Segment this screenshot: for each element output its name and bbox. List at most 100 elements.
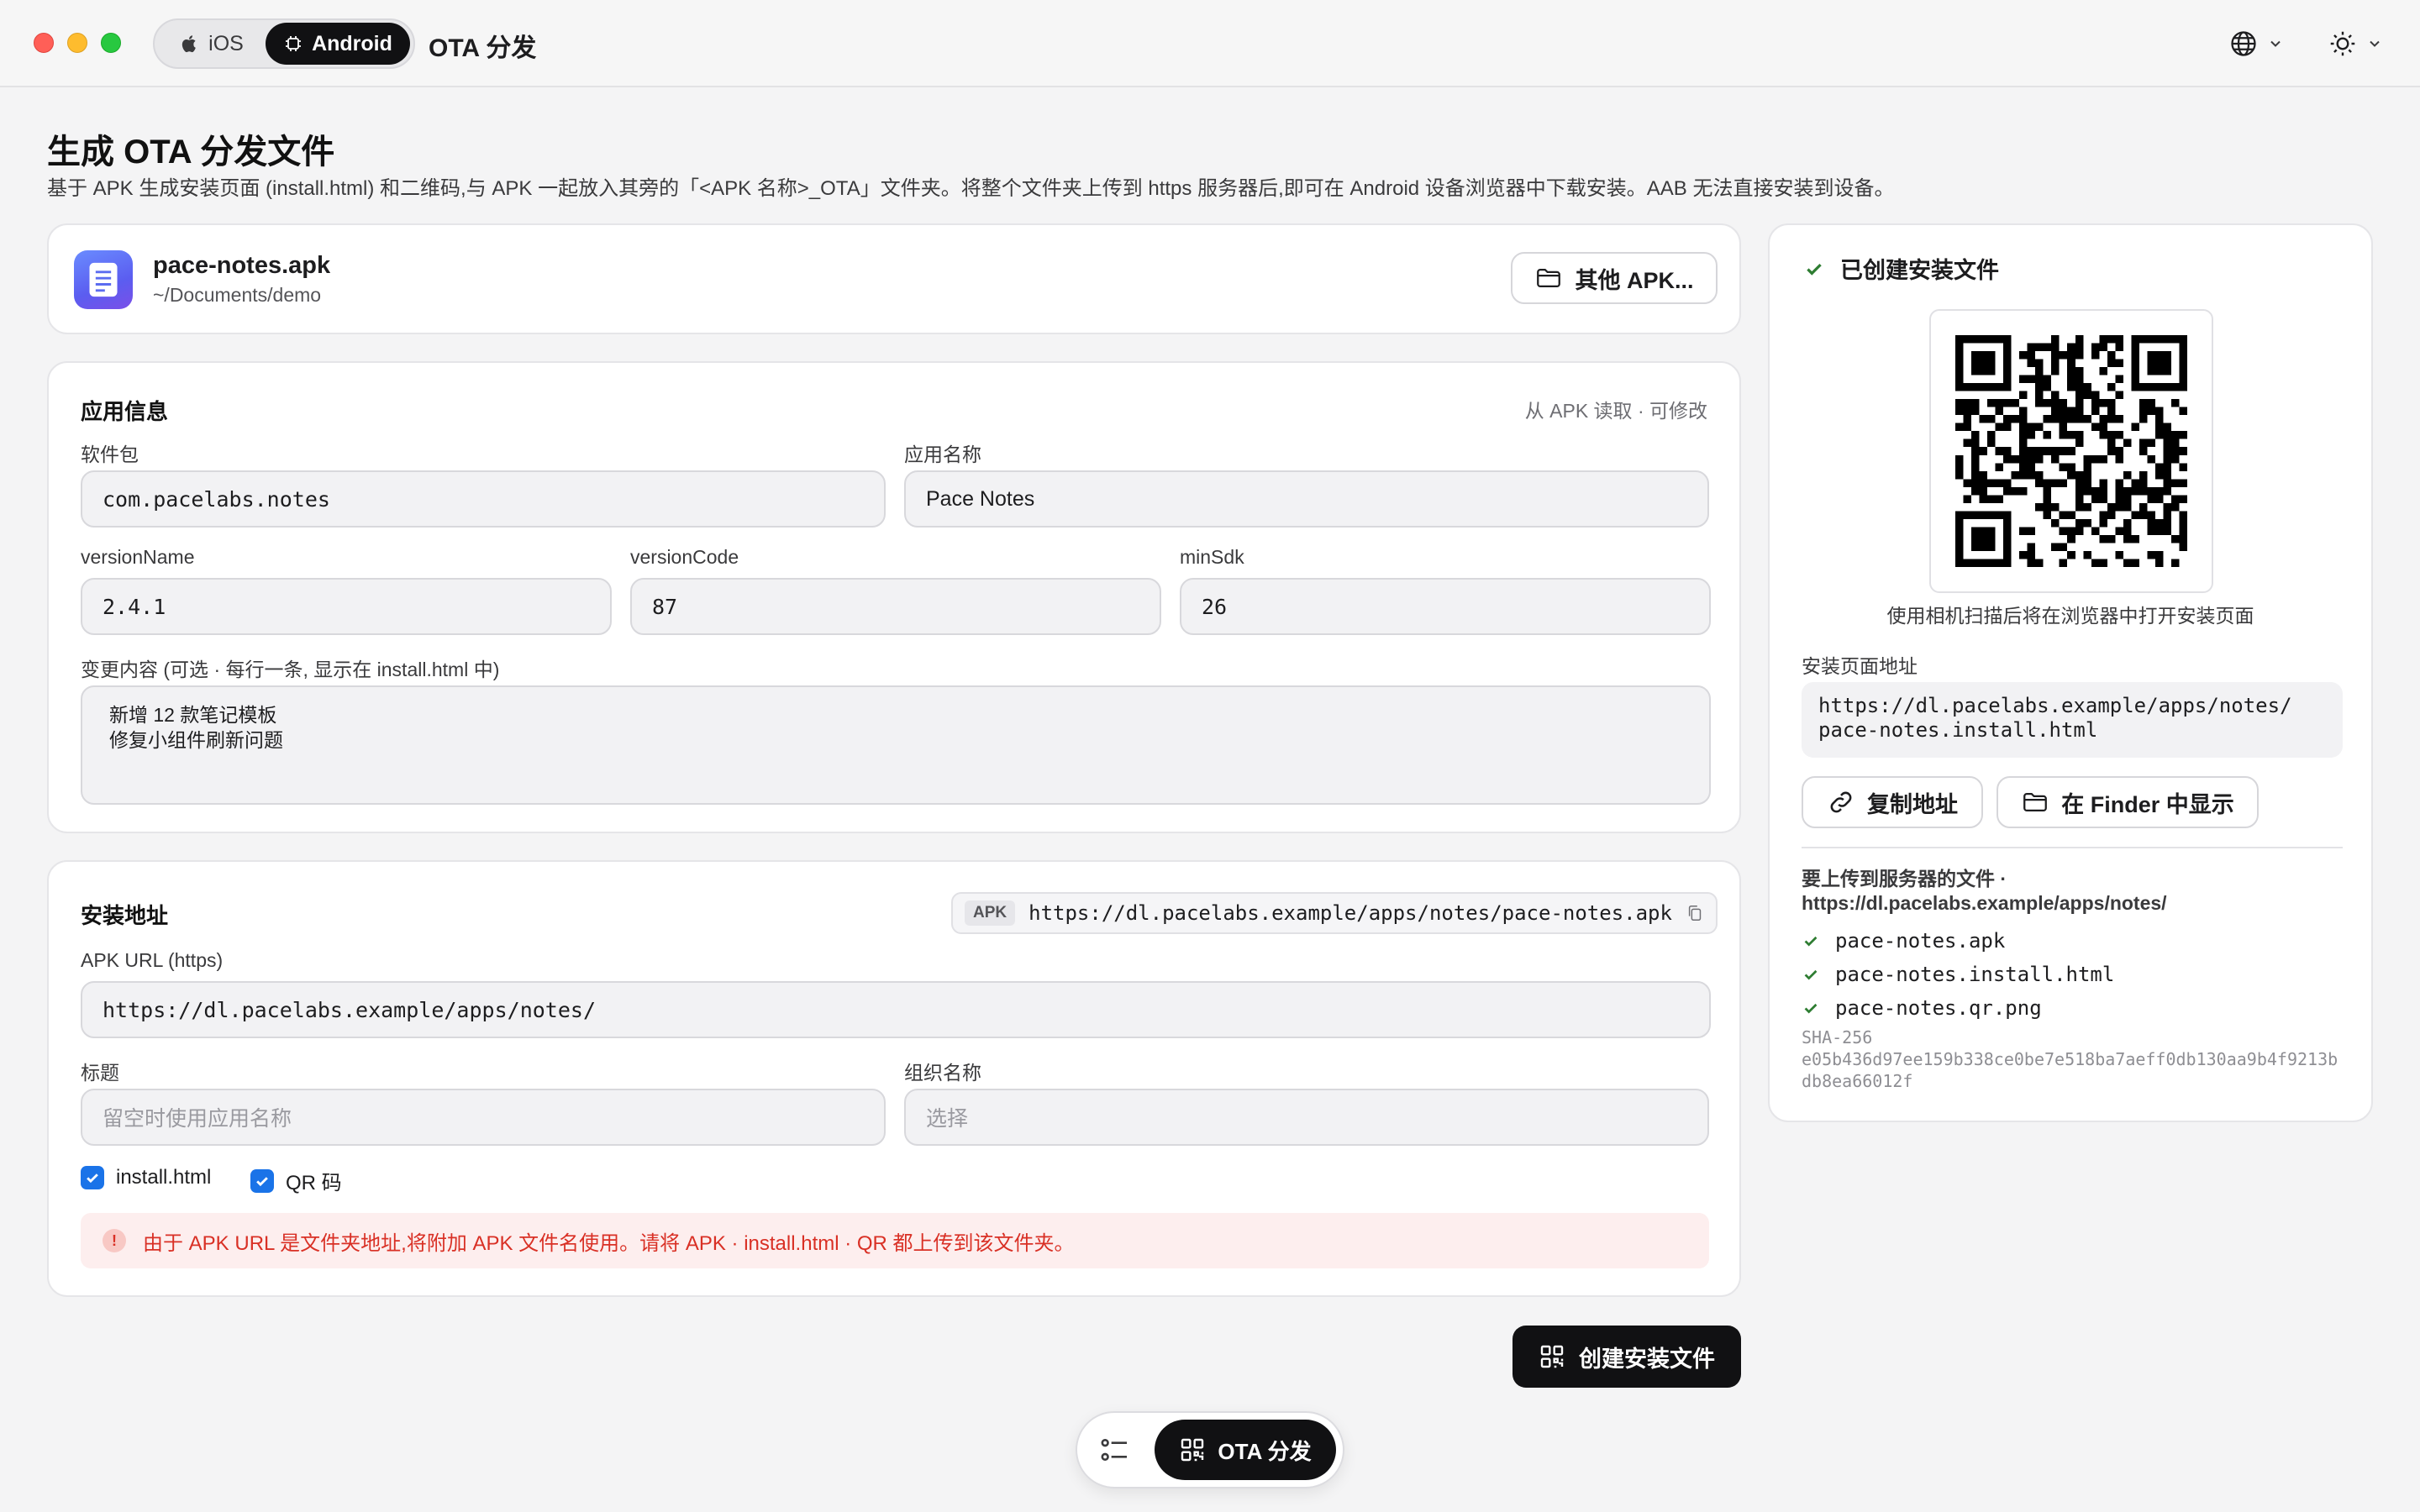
chevron-down-icon <box>2370 40 2380 47</box>
list-item: pace-notes.install.html <box>1802 958 2114 991</box>
apple-icon <box>182 35 196 53</box>
apk-tag: APK <box>965 900 1016 926</box>
ota-mode-button[interactable]: OTA 分发 <box>1155 1420 1336 1480</box>
ota-mode-label: OTA 分发 <box>1218 1438 1312 1464</box>
upload-file-name: pace-notes.install.html <box>1835 963 2115 986</box>
upload-file-name: pace-notes.apk <box>1835 929 2006 953</box>
min-sdk-input[interactable]: 26 <box>1180 578 1711 635</box>
organization-select[interactable]: 选择 <box>904 1089 1709 1146</box>
app-title: OTA 分发 <box>429 34 537 62</box>
check-icon <box>1807 263 1822 276</box>
checkmark-icon <box>87 1173 98 1184</box>
page-title: 生成 OTA 分发文件 <box>47 134 335 171</box>
upload-file-list: pace-notes.apk pace-notes.install.html p… <box>1802 924 2114 1025</box>
result-header: 已创建安装文件 <box>1803 252 1999 285</box>
tab-ios[interactable]: iOS <box>158 23 266 65</box>
title-bar: iOS Android OTA 分发 <box>0 0 2420 87</box>
checklist-mode-button[interactable] <box>1084 1420 1144 1480</box>
result-card: 已创建安装文件 使用相机扫描后将在浏览器中打开安装页面 安装页面地址 https… <box>1768 223 2373 1122</box>
divider <box>1802 847 2343 848</box>
language-menu-button[interactable] <box>2228 24 2284 64</box>
title-input[interactable]: 留空时使用应用名称 <box>81 1089 886 1146</box>
apk-url-input[interactable]: https://dl.pacelabs.example/apps/notes/ <box>81 981 1711 1038</box>
check-icon <box>1804 936 1818 947</box>
warning-text: 由于 APK URL 是文件夹地址,将附加 APK 文件名使用。请将 APK ·… <box>143 1231 1075 1255</box>
changes-line: 修复小组件刷新问题 <box>109 729 283 751</box>
checkmark-icon <box>256 1176 268 1186</box>
package-input[interactable]: com.pacelabs.notes <box>81 470 886 528</box>
changes-label: 变更内容 (可选 · 每行一条, 显示在 install.html 中) <box>81 659 500 680</box>
qr-checkbox[interactable] <box>250 1168 274 1193</box>
apk-file-path: ~/Documents/demo <box>153 284 322 306</box>
apk-file-name: pace-notes.apk <box>153 252 331 279</box>
qr-checkbox-row[interactable]: QR 码 <box>250 1166 342 1195</box>
apk-document-icon <box>74 250 133 309</box>
copy-icon[interactable] <box>1686 902 1704 924</box>
version-name-input[interactable]: 2.4.1 <box>81 578 612 635</box>
sha256-label: SHA-256 <box>1802 1027 1873 1047</box>
copy-address-label: 复制地址 <box>1867 791 1958 817</box>
app-info-hint: 从 APK 读取 · 可修改 <box>1524 400 1707 422</box>
copy-address-button[interactable]: 复制地址 <box>1802 776 1983 828</box>
folder-icon <box>2023 792 2048 812</box>
organization-label: 组织名称 <box>904 1062 981 1084</box>
link-icon <box>1830 791 1852 813</box>
choose-other-apk-button[interactable]: 其他 APK... <box>1511 252 1718 304</box>
sha256-value: e05b436d97ee159b338ce0be7e518ba7aeff0db1… <box>1802 1049 2338 1091</box>
result-title: 已创建安装文件 <box>1840 258 1999 283</box>
apk-url-label: APK URL (https) <box>81 949 224 971</box>
install-address-card: 安装地址 APK https://dl.pacelabs.example/app… <box>47 860 1741 1297</box>
apk-file-card: pace-notes.apk ~/Documents/demo 其他 APK..… <box>47 223 1741 334</box>
show-in-finder-label: 在 Finder 中显示 <box>2061 791 2234 817</box>
qr-option-label: QR 码 <box>286 1172 342 1194</box>
close-window-button[interactable] <box>34 33 54 53</box>
show-in-finder-button[interactable]: 在 Finder 中显示 <box>1996 776 2259 828</box>
android-chip-icon <box>286 36 302 51</box>
exclamation-icon: ! <box>103 1229 126 1252</box>
page-description: 基于 APK 生成安装页面 (install.html) 和二维码,与 APK … <box>47 177 1895 200</box>
list-item: pace-notes.qr.png <box>1802 991 2114 1025</box>
install-url-box: https://dl.pacelabs.example/apps/notes/ … <box>1802 682 2343 758</box>
minimize-window-button[interactable] <box>67 33 87 53</box>
install-html-checkbox-row[interactable]: install.html <box>81 1166 211 1189</box>
create-install-files-label: 创建安装文件 <box>1579 1346 1715 1372</box>
app-name-input[interactable]: Pace Notes <box>904 470 1709 528</box>
upload-files-title: 要上传到服务器的文件 · https://dl.pacelabs.example… <box>1802 868 2167 914</box>
check-icon <box>1804 969 1818 980</box>
globe-icon <box>2231 31 2256 56</box>
checklist-icon <box>1101 1439 1127 1461</box>
zoom-window-button[interactable] <box>101 33 121 53</box>
create-install-files-button[interactable]: 创建安装文件 <box>1512 1326 1741 1388</box>
qr-code-icon <box>1540 1345 1564 1368</box>
install-url-line: pace-notes.install.html <box>1818 718 2098 742</box>
qr-code-icon <box>1181 1438 1204 1462</box>
sun-icon <box>2330 31 2355 56</box>
version-code-label: versionCode <box>630 546 739 568</box>
qr-code-image <box>1929 309 2213 593</box>
platform-switcher: iOS Android <box>153 18 415 69</box>
install-url-line: https://dl.pacelabs.example/apps/notes/ <box>1818 694 2292 717</box>
choose-other-apk-label: 其他 APK... <box>1575 267 1694 293</box>
qr-caption: 使用相机扫描后将在浏览器中打开安装页面 <box>1886 605 2254 627</box>
tab-android[interactable]: Android <box>266 23 410 65</box>
install-html-checkbox[interactable] <box>81 1166 104 1189</box>
package-label: 软件包 <box>81 444 139 465</box>
folder-url-warning: ! 由于 APK URL 是文件夹地址,将附加 APK 文件名使用。请将 APK… <box>81 1213 1709 1268</box>
min-sdk-label: minSdk <box>1180 546 1244 568</box>
check-icon <box>1804 1003 1818 1014</box>
app-info-card: 应用信息 从 APK 读取 · 可修改 软件包 com.pacelabs.not… <box>47 361 1741 833</box>
tab-android-label: Android <box>312 31 392 55</box>
title-label: 标题 <box>81 1062 119 1084</box>
changes-textarea[interactable]: 新增 12 款笔记模板 修复小组件刷新问题 <box>81 685 1711 805</box>
version-code-input[interactable]: 87 <box>630 578 1161 635</box>
changes-line: 新增 12 款笔记模板 <box>109 704 277 726</box>
qr-code-graphic <box>1955 335 2187 567</box>
app-name-label: 应用名称 <box>904 444 981 465</box>
upload-file-name: pace-notes.qr.png <box>1835 996 2042 1020</box>
install-address-title: 安装地址 <box>81 903 169 928</box>
install-url-label: 安装页面地址 <box>1802 655 1918 677</box>
bottom-mode-dock: OTA 分发 <box>1076 1411 1344 1488</box>
list-item: pace-notes.apk <box>1802 924 2114 958</box>
theme-menu-button[interactable] <box>2328 24 2383 64</box>
chevron-down-icon <box>2270 40 2281 47</box>
